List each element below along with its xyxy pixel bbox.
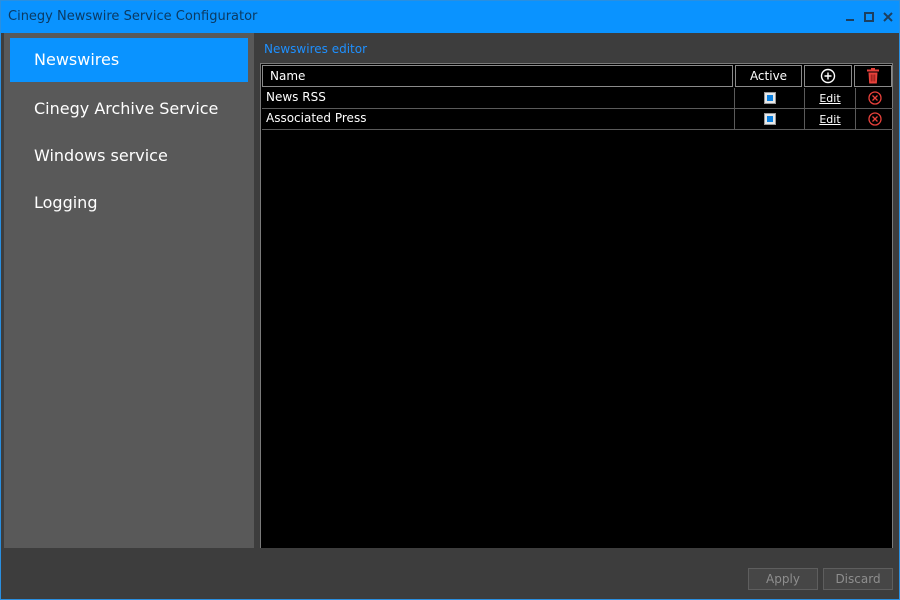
column-header-active[interactable]: Active <box>735 65 802 87</box>
newswires-grid: Name Active News RSS Edit Associated Pre… <box>260 63 893 573</box>
plus-circle-icon <box>820 68 836 84</box>
window-title: Cinegy Newswire Service Configurator <box>8 9 258 24</box>
sidebar-item-label: Logging <box>34 193 98 212</box>
sidebar-item-cinegy-archive-service[interactable]: Cinegy Archive Service <box>10 87 248 131</box>
delete-all-button[interactable] <box>854 65 892 87</box>
table-row[interactable]: Associated Press Edit <box>262 109 893 130</box>
remove-circle-icon[interactable] <box>867 112 882 126</box>
sidebar-item-newswires[interactable]: Newswires <box>10 38 248 82</box>
discard-button[interactable]: Discard <box>823 568 893 590</box>
title-bar[interactable]: Cinegy Newswire Service Configurator <box>1 1 899 33</box>
minimize-icon[interactable] <box>841 7 859 27</box>
sidebar-item-logging[interactable]: Logging <box>10 181 248 225</box>
footer-bar: Apply Discard <box>1 548 899 599</box>
main-panel: Newswires editor Name Active News RSS Ed… <box>254 33 899 573</box>
active-checkbox[interactable] <box>763 113 776 125</box>
maximize-icon[interactable] <box>860 7 878 27</box>
section-title: Newswires editor <box>264 42 368 56</box>
close-icon[interactable] <box>879 7 897 27</box>
active-checkbox[interactable] <box>763 92 776 104</box>
column-header-name[interactable]: Name <box>262 65 733 87</box>
sidebar-item-label: Cinegy Archive Service <box>34 99 219 118</box>
add-newswire-button[interactable] <box>804 65 852 87</box>
edit-link[interactable]: Edit <box>819 92 840 105</box>
row-name: Associated Press <box>262 109 735 129</box>
trash-icon <box>867 68 879 84</box>
apply-button[interactable]: Apply <box>748 568 818 590</box>
sidebar-item-label: Newswires <box>34 50 120 69</box>
app-window: Cinegy Newswire Service Configurator New… <box>0 0 900 600</box>
sidebar: Newswires Cinegy Archive Service Windows… <box>4 33 254 548</box>
remove-circle-icon[interactable] <box>867 91 882 105</box>
sidebar-item-label: Windows service <box>34 146 168 165</box>
table-row[interactable]: News RSS Edit <box>262 88 893 109</box>
row-name: News RSS <box>262 88 735 108</box>
edit-link[interactable]: Edit <box>819 113 840 126</box>
sidebar-item-windows-service[interactable]: Windows service <box>10 134 248 178</box>
